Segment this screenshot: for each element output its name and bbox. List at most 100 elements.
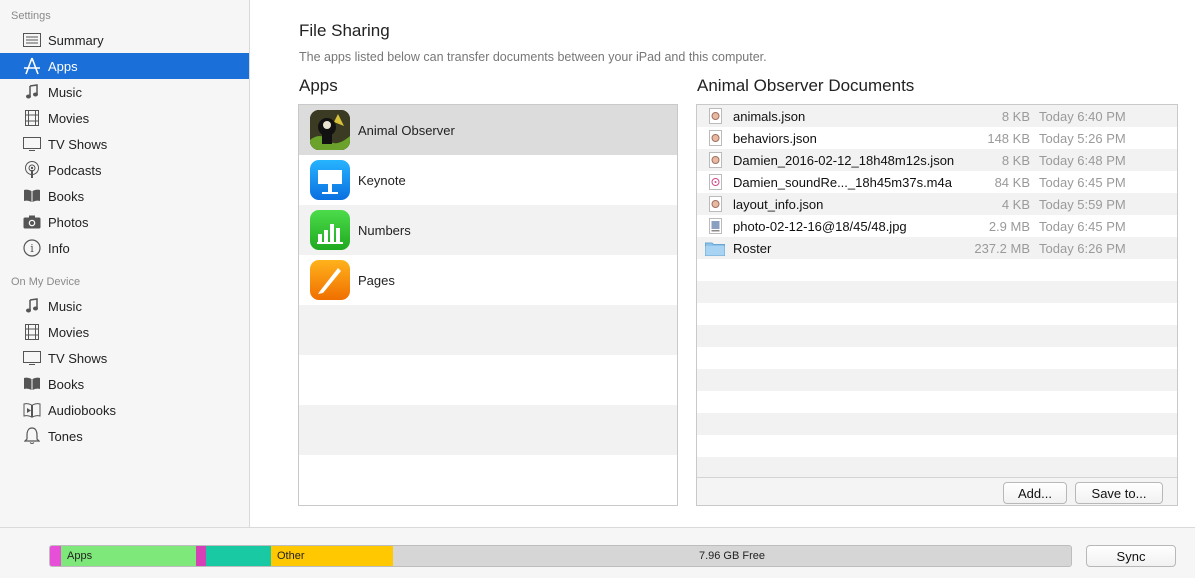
document-size: 4 KB bbox=[1001, 196, 1030, 212]
document-size: 148 KB bbox=[987, 130, 1030, 146]
storage-apps-label: Apps bbox=[67, 550, 93, 562]
document-row-empty bbox=[697, 413, 1177, 435]
movies-icon bbox=[23, 109, 41, 127]
main-content: File Sharing The apps listed below can t… bbox=[250, 0, 1195, 527]
sidebar-item-label: Summary bbox=[48, 32, 104, 48]
sidebar-item-apps[interactable]: Apps bbox=[0, 53, 249, 79]
app-row-pages[interactable]: Pages bbox=[299, 255, 677, 305]
document-row[interactable]: animals.json 8 KB Today 6:40 PM bbox=[697, 105, 1177, 127]
document-size: 84 KB bbox=[994, 174, 1030, 190]
document-row-empty bbox=[697, 303, 1177, 325]
document-row[interactable]: Damien_2016-02-12_18h48m12s.json 8 KB To… bbox=[697, 149, 1177, 171]
document-date: Today 6:45 PM bbox=[1039, 218, 1126, 234]
sidebar-item-movies[interactable]: Movies bbox=[0, 105, 249, 131]
document-name: behaviors.json bbox=[733, 130, 817, 146]
sidebar-item-label: Music bbox=[48, 298, 82, 314]
document-size: 8 KB bbox=[1001, 108, 1030, 124]
podcasts-icon bbox=[23, 161, 41, 179]
app-row-empty bbox=[299, 455, 677, 505]
sidebar-item-device-audiobooks[interactable]: Audiobooks bbox=[0, 397, 249, 423]
sidebar-item-label: Tones bbox=[48, 428, 83, 444]
sidebar-item-label: Movies bbox=[48, 324, 90, 340]
document-row[interactable]: layout_info.json 4 KB Today 5:59 PM bbox=[697, 193, 1177, 215]
add-button[interactable]: Add... bbox=[1003, 482, 1067, 504]
app-row-animal-observer[interactable]: Animal Observer bbox=[299, 105, 677, 155]
sidebar-item-device-tv-shows[interactable]: TV Shows bbox=[0, 345, 249, 371]
numbers-icon bbox=[310, 210, 350, 250]
books-icon bbox=[23, 375, 41, 393]
sidebar-item-label: Music bbox=[48, 84, 82, 100]
document-row-empty bbox=[697, 347, 1177, 369]
bottom-bar: Apps Other 7.96 GB Free Sync bbox=[0, 527, 1195, 578]
sidebar-item-label: Podcasts bbox=[48, 162, 102, 178]
tv-icon bbox=[23, 135, 41, 153]
document-size: 237.2 MB bbox=[974, 240, 1030, 256]
books-icon bbox=[23, 187, 41, 205]
sidebar: Settings Summary Apps Music Movies TV Sh… bbox=[0, 0, 250, 527]
storage-segment-photos bbox=[196, 546, 206, 566]
app-row-numbers[interactable]: Numbers bbox=[299, 205, 677, 255]
sidebar-item-label: TV Shows bbox=[48, 136, 108, 152]
sidebar-item-device-music[interactable]: Music bbox=[0, 293, 249, 319]
camera-icon bbox=[23, 213, 41, 231]
document-date: Today 5:59 PM bbox=[1039, 196, 1126, 212]
app-row-empty bbox=[299, 355, 677, 405]
json-file-icon bbox=[708, 129, 722, 147]
sidebar-item-music[interactable]: Music bbox=[0, 79, 249, 105]
sidebar-item-podcasts[interactable]: Podcasts bbox=[0, 157, 249, 183]
document-name: layout_info.json bbox=[733, 196, 824, 212]
document-row-empty bbox=[697, 259, 1177, 281]
document-name: Roster bbox=[733, 240, 772, 256]
music-icon bbox=[23, 297, 41, 315]
sidebar-item-tv-shows[interactable]: TV Shows bbox=[0, 131, 249, 157]
apps-list: Animal Observer Keynote Numbers Pages bbox=[298, 104, 678, 506]
sidebar-item-photos[interactable]: Photos bbox=[0, 209, 249, 235]
app-label: Keynote bbox=[358, 172, 406, 188]
sidebar-item-device-books[interactable]: Books bbox=[0, 371, 249, 397]
document-date: Today 6:45 PM bbox=[1039, 174, 1126, 190]
sidebar-item-summary[interactable]: Summary bbox=[0, 27, 249, 53]
pages-icon bbox=[310, 260, 350, 300]
save-to-button[interactable]: Save to... bbox=[1075, 482, 1163, 504]
document-row-empty bbox=[697, 435, 1177, 457]
document-row-empty bbox=[697, 325, 1177, 347]
page-title: File Sharing bbox=[299, 21, 390, 40]
info-icon: i bbox=[23, 239, 41, 257]
document-row-empty bbox=[697, 369, 1177, 391]
sidebar-item-label: Photos bbox=[48, 214, 89, 230]
keynote-icon bbox=[310, 160, 350, 200]
storage-other-label: Other bbox=[277, 550, 305, 562]
sidebar-item-device-movies[interactable]: Movies bbox=[0, 319, 249, 345]
folder-icon bbox=[705, 239, 725, 257]
app-label: Numbers bbox=[358, 222, 411, 238]
document-size: 8 KB bbox=[1001, 152, 1030, 168]
document-row[interactable]: Damien_soundRe..._18h45m37s.m4a 84 KB To… bbox=[697, 171, 1177, 193]
animal-observer-icon bbox=[310, 110, 350, 150]
sidebar-item-books[interactable]: Books bbox=[0, 183, 249, 209]
sidebar-item-label: Movies bbox=[48, 110, 90, 126]
documents-footer: Add... Save to... bbox=[697, 477, 1177, 505]
sidebar-item-label: Audiobooks bbox=[48, 402, 116, 418]
sync-button[interactable]: Sync bbox=[1086, 545, 1176, 567]
document-row[interactable]: Roster 237.2 MB Today 6:26 PM bbox=[697, 237, 1177, 259]
storage-segment-media bbox=[50, 546, 61, 566]
app-row-keynote[interactable]: Keynote bbox=[299, 155, 677, 205]
app-row-empty bbox=[299, 305, 677, 355]
sidebar-item-info[interactable]: i Info bbox=[0, 235, 249, 261]
bell-icon bbox=[23, 427, 41, 445]
device-heading: On My Device bbox=[11, 276, 81, 288]
document-row[interactable]: photo-02-12-16@18/45/48.jpg 2.9 MB Today… bbox=[697, 215, 1177, 237]
storage-segment-books bbox=[206, 546, 271, 566]
app-label: Pages bbox=[358, 272, 395, 288]
document-row-empty bbox=[697, 391, 1177, 413]
music-icon bbox=[23, 83, 41, 101]
sidebar-item-device-tones[interactable]: Tones bbox=[0, 423, 249, 449]
json-file-icon bbox=[708, 151, 722, 169]
document-row[interactable]: behaviors.json 148 KB Today 5:26 PM bbox=[697, 127, 1177, 149]
json-file-icon bbox=[708, 195, 722, 213]
storage-segment-other: Other bbox=[271, 546, 393, 566]
svg-text:i: i bbox=[30, 242, 34, 255]
document-date: Today 6:26 PM bbox=[1039, 240, 1126, 256]
sidebar-item-label: TV Shows bbox=[48, 350, 108, 366]
app-row-empty bbox=[299, 405, 677, 455]
